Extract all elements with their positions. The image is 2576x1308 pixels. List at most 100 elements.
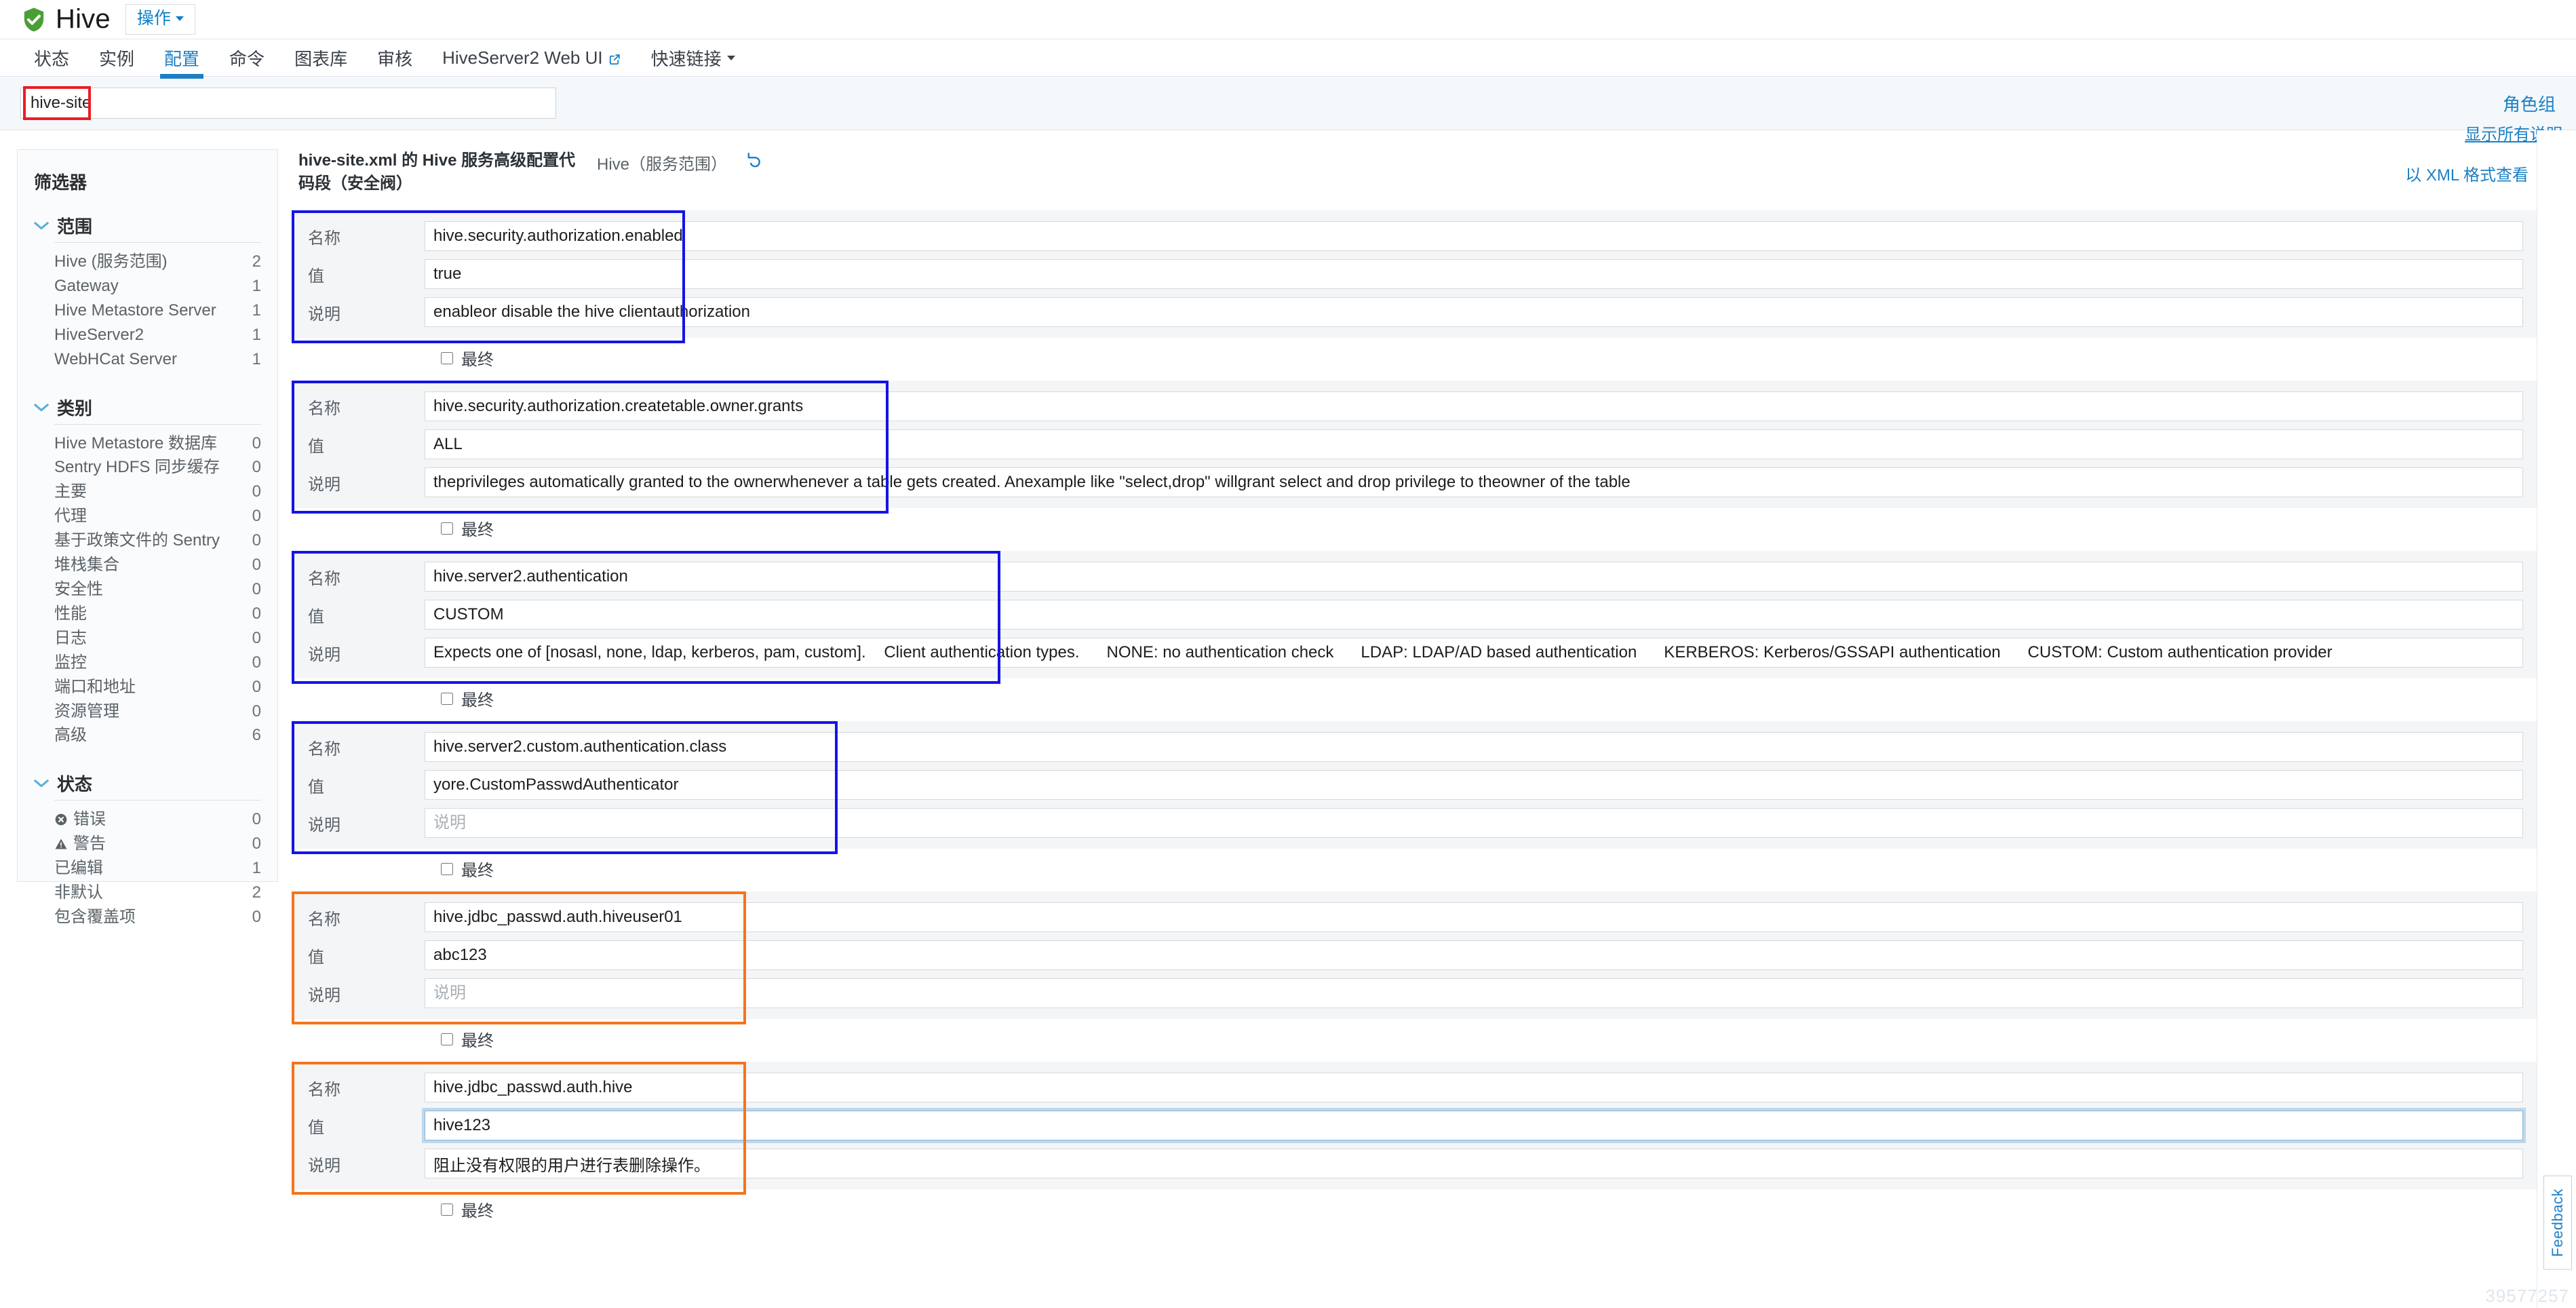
field-row-name: 名称 <box>292 728 2576 766</box>
filter-item[interactable]: Gateway 1 <box>34 274 261 299</box>
final-checkbox[interactable] <box>441 1204 453 1216</box>
config-value-input[interactable] <box>425 940 2523 970</box>
role-group-link[interactable]: 角色组 <box>2503 91 2556 116</box>
filter-item[interactable]: 非默认2 <box>34 881 261 905</box>
config-entry-fields: 名称值说明 <box>292 210 2576 338</box>
config-desc-input[interactable] <box>425 978 2523 1008</box>
filter-item-label: 日志 <box>54 628 87 649</box>
filter-item[interactable]: Sentry HDFS 同步缓存0 <box>34 455 261 480</box>
undo-arrow-icon[interactable] <box>746 149 764 172</box>
field-row-desc: 说明 <box>292 804 2576 842</box>
tab-label: HiveServer2 Web UI <box>442 47 603 69</box>
config-desc-input[interactable] <box>425 808 2523 838</box>
config-value-input[interactable] <box>425 429 2523 459</box>
filter-item[interactable]: 日志0 <box>34 626 261 651</box>
config-value-input[interactable] <box>425 259 2523 289</box>
final-checkbox[interactable] <box>441 693 453 705</box>
config-value-input[interactable] <box>425 1111 2523 1140</box>
filter-item[interactable]: 堆栈集合0 <box>34 553 261 577</box>
filter-item[interactable]: Hive (服务范围)2 <box>34 250 261 274</box>
feedback-tab[interactable]: Feedback <box>2543 1176 2572 1270</box>
filter-item[interactable]: Hive Metastore 数据库0 <box>34 431 261 456</box>
filter-item-label: Hive Metastore 数据库 <box>54 433 217 455</box>
filter-item[interactable]: 已编辑1 <box>34 856 261 881</box>
filter-item[interactable]: WebHCat Server1 <box>34 347 261 372</box>
config-desc-input[interactable] <box>425 638 2523 668</box>
field-row-name: 名称 <box>292 217 2576 255</box>
filter-group-status[interactable]: 状态 <box>34 771 261 796</box>
filter-item[interactable]: 高级6 <box>34 723 261 748</box>
filter-item[interactable]: HiveServer21 <box>34 323 261 347</box>
config-name-input[interactable] <box>425 562 2523 592</box>
final-checkbox[interactable] <box>441 1033 453 1045</box>
config-name-input[interactable] <box>425 1073 2523 1102</box>
filter-item[interactable]: 安全性 0 <box>34 577 261 602</box>
tab-commands[interactable]: 命令 <box>214 39 279 77</box>
filter-item-count: 1 <box>252 858 261 879</box>
config-value-input[interactable] <box>425 600 2523 630</box>
filter-item[interactable]: 错误0 <box>34 807 261 832</box>
field-label-desc: 说明 <box>292 1152 425 1176</box>
divider <box>54 424 261 425</box>
tab-audits[interactable]: 审核 <box>362 39 427 77</box>
filter-item[interactable]: 主要0 <box>34 480 261 504</box>
filter-item[interactable]: 警告0 <box>34 832 261 856</box>
filter-item[interactable]: Hive Metastore Server1 <box>34 299 261 323</box>
filter-item[interactable]: 代理0 <box>34 504 261 528</box>
filter-item-label: Gateway <box>54 275 119 297</box>
tab-instances[interactable]: 实例 <box>84 39 149 77</box>
filter-item-label-wrap: 性能 <box>54 603 87 625</box>
tab-label: 命令 <box>229 45 265 71</box>
final-checkbox[interactable] <box>441 863 453 875</box>
config-name-input[interactable] <box>425 902 2523 932</box>
filter-item-label-wrap: 主要 <box>54 481 87 503</box>
filter-item[interactable]: 性能 0 <box>34 602 261 626</box>
config-name-input[interactable] <box>425 221 2523 251</box>
final-checkbox[interactable] <box>441 352 453 364</box>
filter-item-label-wrap: 安全性 <box>54 579 103 600</box>
filter-item[interactable]: 基于政策文件的 Sentry0 <box>34 528 261 553</box>
search-input[interactable] <box>20 88 556 119</box>
tab-hiveserver2-web-ui[interactable]: HiveServer2 Web UI <box>427 39 636 77</box>
view-as-xml-link[interactable]: 以 XML 格式查看 <box>2405 161 2529 185</box>
filter-group-scope[interactable]: 范围 <box>34 213 261 238</box>
filter-group-label: 状态 <box>57 771 92 796</box>
config-desc-input[interactable] <box>425 1149 2523 1178</box>
filter-item-count: 0 <box>252 906 261 928</box>
filter-item-count: 0 <box>252 603 261 625</box>
config-value-input[interactable] <box>425 770 2523 800</box>
config-name-input[interactable] <box>425 391 2523 421</box>
field-row-desc: 说明 <box>292 293 2576 331</box>
actions-button-label: 操作 <box>137 10 171 27</box>
filter-item-label-wrap: 代理 <box>54 505 87 527</box>
filters-sidebar: 筛选器 范围Hive (服务范围)2Gateway1Hive Metastore… <box>17 149 278 882</box>
filter-item[interactable]: 监控0 <box>34 651 261 675</box>
filter-item-label: 资源管理 <box>54 701 119 723</box>
field-row-desc: 说明 <box>292 463 2576 501</box>
page-body: 筛选器 范围Hive (服务范围)2Gateway1Hive Metastore… <box>0 130 2576 1308</box>
filter-item-count: 2 <box>252 882 261 904</box>
config-name-input[interactable] <box>425 732 2523 762</box>
filter-item[interactable]: 包含覆盖项0 <box>34 905 261 929</box>
filter-item-count: 1 <box>252 275 261 297</box>
tab-status[interactable]: 状态 <box>19 39 84 77</box>
actions-button[interactable]: 操作 <box>125 4 195 35</box>
filter-item[interactable]: 端口和地址0 <box>34 675 261 699</box>
field-row-value: 值 <box>292 1107 2576 1144</box>
filter-item[interactable]: 资源管理0 <box>34 699 261 724</box>
filter-item-count: 0 <box>252 579 261 600</box>
tab-charts-library[interactable]: 图表库 <box>279 39 362 77</box>
tab-quick-links[interactable]: 快速链接 <box>636 39 750 77</box>
filter-item-label-wrap: 错误 <box>54 809 106 830</box>
filter-item-label-wrap: 监控 <box>54 652 87 674</box>
configuration-main: hive-site.xml 的 Hive 服务高级配置代码段（安全阀） Hive… <box>278 149 2576 1308</box>
config-desc-input[interactable] <box>425 467 2523 497</box>
filter-group-category[interactable]: 类别 <box>34 395 261 420</box>
field-row-name: 名称 <box>292 558 2576 596</box>
tab-configuration[interactable]: 配置 <box>149 39 214 77</box>
divider <box>54 800 261 801</box>
config-desc-input[interactable] <box>425 297 2523 327</box>
final-checkbox[interactable] <box>441 522 453 535</box>
filter-item-label-wrap: 资源管理 <box>54 701 119 723</box>
config-entry: 名称值说明最终 <box>292 551 2576 721</box>
